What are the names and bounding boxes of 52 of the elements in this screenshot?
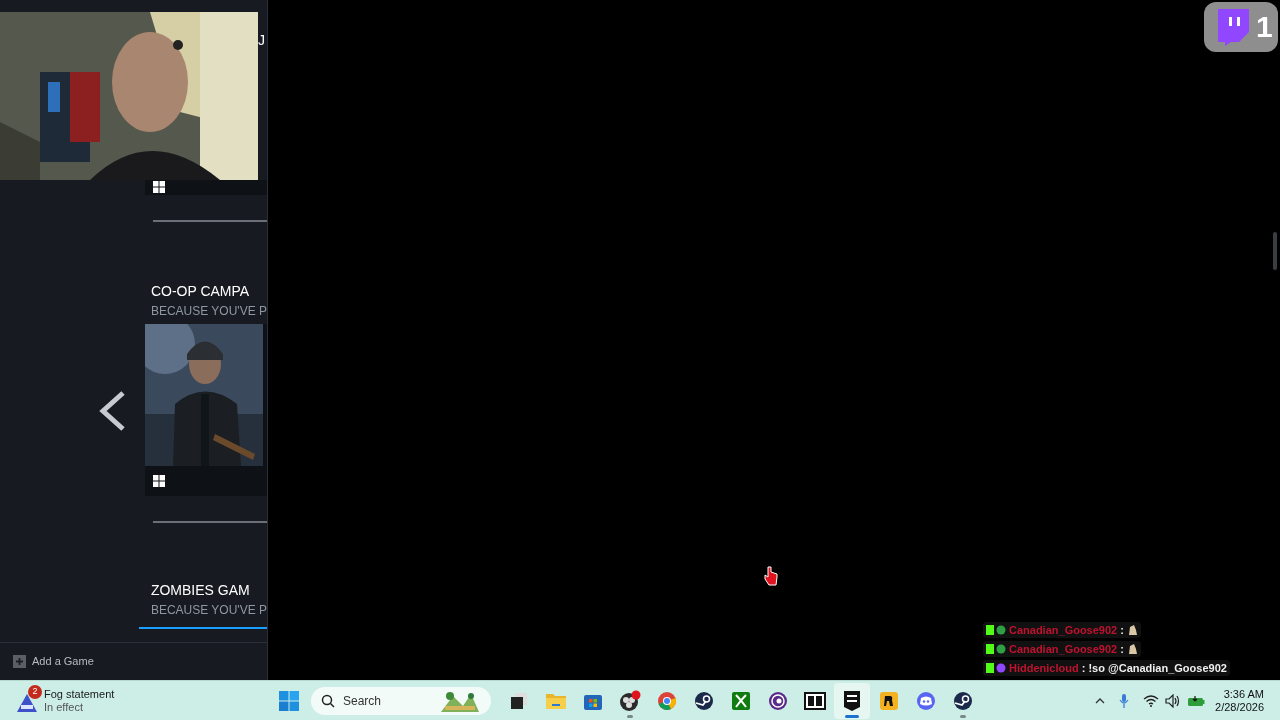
weather-subtitle: In effect	[44, 700, 84, 714]
hand-cursor-icon	[764, 566, 778, 586]
chat-message: :	[1120, 622, 1124, 638]
chat-badge-icon	[986, 663, 1006, 673]
running-indicator	[845, 714, 859, 718]
notification-badge: 2	[28, 684, 42, 699]
section-title: CO-OP CAMPA	[150, 282, 251, 300]
recorder-icon[interactable]	[619, 689, 641, 712]
running-indicator	[627, 714, 633, 718]
xbox-icon[interactable]	[731, 690, 751, 711]
archive-icon[interactable]	[804, 691, 826, 710]
windows-icon	[152, 181, 165, 193]
steam-icon[interactable]	[953, 690, 973, 711]
chat-username: Hiddenicloud	[1009, 660, 1079, 676]
microphone-icon[interactable]	[1119, 692, 1130, 709]
browser-icon[interactable]	[657, 690, 677, 711]
emote-icon	[1126, 624, 1138, 636]
chat-message: :	[1120, 641, 1124, 657]
chat-badge-icon	[986, 625, 1006, 635]
shield-icon[interactable]	[843, 689, 861, 712]
header-text: J	[258, 31, 265, 50]
emote-icon	[1126, 643, 1138, 655]
alert-count: 1	[1256, 12, 1273, 42]
volume-icon[interactable]	[1165, 693, 1182, 708]
search-field[interactable]: Search	[311, 686, 491, 715]
search-icon	[321, 693, 335, 708]
chat-username: Canadian_Goose902	[1009, 622, 1118, 638]
game-card[interactable]	[144, 324, 267, 496]
chevron-up-icon[interactable]	[1095, 697, 1106, 704]
section-title: ZOMBIES GAM	[150, 581, 251, 599]
swirl-icon[interactable]	[768, 690, 788, 711]
section-subtitle: BECAUSE YOU'VE P	[150, 602, 267, 619]
weather-title: Fog statement	[44, 687, 115, 701]
clock[interactable]: 3:36 AM 2/28/2026	[1215, 687, 1264, 714]
star-logo-icon[interactable]	[879, 690, 899, 711]
battery-icon[interactable]	[1187, 694, 1206, 707]
plus-icon	[13, 655, 26, 668]
chat-badge-icon	[986, 644, 1006, 654]
scrollbar[interactable]	[1273, 232, 1277, 270]
chat-message: : !so @Canadian_Goose902	[1081, 660, 1227, 676]
section-subtitle: BECAUSE YOU'VE P	[150, 303, 267, 320]
chat-username: Canadian_Goose902	[1009, 641, 1118, 657]
steam-icon[interactable]	[694, 690, 714, 711]
landscape-icon	[441, 689, 479, 712]
running-indicator	[960, 714, 966, 718]
wifi-icon[interactable]	[1143, 694, 1160, 707]
windows-icon	[152, 475, 165, 487]
taskbar-app-button[interactable]	[834, 682, 870, 719]
twitch-icon	[1216, 8, 1250, 46]
chat-app-icon[interactable]	[916, 690, 936, 711]
start-icon[interactable]	[279, 690, 299, 711]
task-view-icon[interactable]	[509, 690, 529, 711]
